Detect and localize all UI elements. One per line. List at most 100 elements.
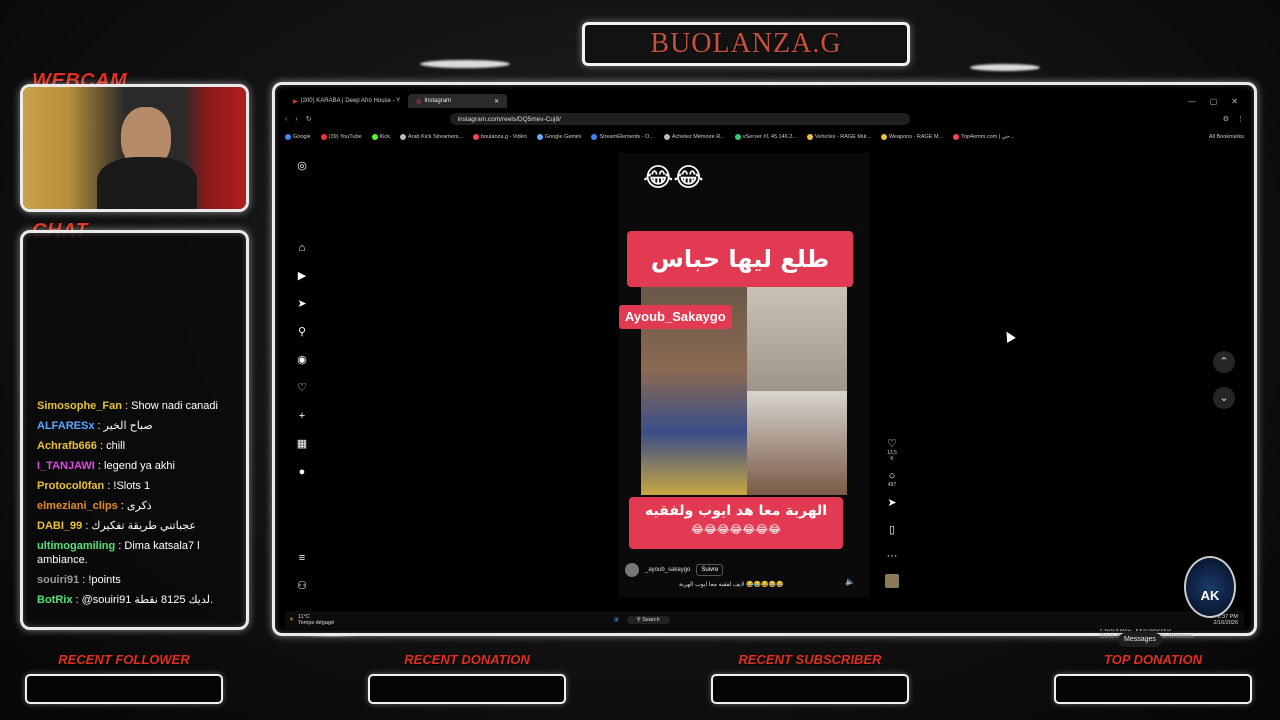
menu-icon[interactable]: ⋮: [1237, 115, 1244, 123]
chat-text: !Slots 1: [113, 480, 151, 492]
bookmark-label: Kick: [379, 134, 390, 140]
bookmark-favicon-icon: [536, 134, 543, 140]
reel-actions: ♡ 13,5 K ○ 497 ➤ ▯ ···: [885, 437, 899, 588]
chat-message: elmeziani_clips : ذكرى: [23, 499, 246, 513]
recent-subscriber-label: RECENT SUBSCRIBER: [738, 652, 882, 667]
explore-icon[interactable]: ◉: [295, 353, 309, 367]
start-icon[interactable]: ⊞: [614, 617, 619, 623]
top-donation-box: [1054, 674, 1252, 704]
chat-username[interactable]: ALFARESx: [37, 420, 94, 432]
chat-text: ذكرى: [126, 500, 152, 512]
chat-username[interactable]: ultimogamiling: [37, 540, 115, 552]
bookmark-label: Top4emm.com | حي...: [961, 134, 1015, 140]
save-icon[interactable]: ▯: [885, 523, 899, 536]
close-icon[interactable]: ✕: [1231, 97, 1238, 106]
notifications-icon[interactable]: ♡: [295, 381, 309, 395]
tab-instagram[interactable]: ◎ Instagram ✕: [408, 94, 508, 108]
bookmark-item[interactable]: vServer #1 45.146.2...: [734, 134, 797, 140]
dashboard-icon[interactable]: ▦: [295, 437, 309, 451]
chat-message: ALFARESx : صباح الخير: [23, 419, 246, 433]
maximize-icon[interactable]: ▢: [1210, 97, 1218, 106]
weather-widget[interactable]: 11°C Temps dégagé: [298, 614, 334, 626]
stream-overlay: BUOLANZA.G WEBCAM CHAT Simosophe_Fan : S…: [0, 0, 1280, 720]
previous-reel-button[interactable]: ⌃: [1213, 351, 1235, 373]
bookmark-item[interactable]: boulanza.g - Vidéo: [473, 134, 527, 140]
reels-icon[interactable]: ▶: [295, 269, 309, 283]
meta-icon[interactable]: ⚇: [295, 579, 309, 593]
mute-icon[interactable]: 🔈: [845, 577, 855, 586]
bookmarks-bar: Google (39) YouTube Kick Arab Kick Streamer…: [285, 131, 1244, 143]
search-icon[interactable]: ⚲: [295, 325, 309, 339]
close-tab-icon[interactable]: ✕: [494, 98, 499, 105]
chat-list: Simosophe_Fan : Show nadi canadi ALFARESx…: [23, 399, 246, 613]
bookmark-favicon-icon: [663, 134, 670, 140]
extensions-icon[interactable]: ⚙: [1223, 115, 1229, 123]
bookmark-item[interactable]: Arab Kick Streamers...: [399, 134, 463, 140]
caption-emojis: 😂😂😂😂😂😂😂: [691, 523, 781, 536]
bookmark-item[interactable]: Google Gemini: [536, 134, 582, 140]
audio-thumbnail[interactable]: [885, 574, 899, 588]
follow-button[interactable]: Suivre: [696, 564, 724, 576]
reel-video[interactable]: 😂😂 طلع ليها حباس Ayoub_Sakaygo الهربة مع…: [619, 153, 869, 597]
home-icon[interactable]: ⌂: [295, 241, 309, 255]
messages-label: Messages: [1124, 636, 1156, 643]
like-count: 13,5 K: [887, 450, 897, 462]
all-bookmarks-button[interactable]: All Bookmarks: [1209, 134, 1244, 140]
url-input[interactable]: instagram.com/reels/DQ5mev-Cuj8/: [449, 113, 910, 125]
back-icon[interactable]: ‹: [285, 116, 287, 123]
messages-button[interactable]: Messages: [1118, 633, 1162, 647]
chat-text: Show nadi canadi: [131, 400, 218, 412]
minimize-icon[interactable]: —: [1188, 97, 1196, 106]
address-bar-row: ‹ › ↻ instagram.com/reels/DQ5mev-Cuj8/ ⚙…: [285, 112, 1244, 126]
messages-icon[interactable]: ➤: [295, 297, 309, 311]
bookmark-item[interactable]: Google: [285, 134, 311, 140]
bookmark-item[interactable]: Kick: [371, 134, 390, 140]
chat-username[interactable]: elmeziani_clips: [37, 500, 118, 512]
chat-username[interactable]: I_TANJAWI: [37, 460, 95, 472]
taskbar-search[interactable]: ⚲ Search: [626, 616, 670, 624]
reel-description: لايف لفقيه معا ايوب الهربة 😂😂😂😂😂: [679, 582, 784, 588]
bookmark-item[interactable]: Achetez Mémoire R...: [663, 134, 725, 140]
chat-text: صباح الخير: [103, 420, 153, 432]
bookmark-label: vServer #1 45.146.2...: [742, 134, 797, 140]
more-menu-icon[interactable]: ≡: [295, 551, 309, 565]
forward-icon[interactable]: ›: [295, 116, 297, 123]
create-icon[interactable]: +: [295, 409, 309, 423]
next-reel-button[interactable]: ⌄: [1213, 387, 1235, 409]
chat-message: Simosophe_Fan : Show nadi canadi: [23, 399, 246, 413]
comment-icon[interactable]: ○: [885, 470, 899, 482]
bookmark-favicon-icon: [285, 134, 291, 140]
reload-icon[interactable]: ↻: [306, 115, 312, 123]
profile-icon[interactable]: ●: [295, 465, 309, 479]
bookmark-item[interactable]: StreamElements - O...: [591, 134, 654, 140]
chat-username[interactable]: Achrafb666: [37, 440, 97, 452]
name-tag: Ayoub_Sakaygo: [619, 305, 732, 329]
chat-username[interactable]: DABI_99: [37, 520, 82, 532]
bookmark-favicon-icon: [734, 134, 741, 140]
bookmark-label: Google Gemini: [544, 134, 582, 140]
bookmark-item[interactable]: Vehicles - RAGE Mul...: [806, 134, 871, 140]
like-icon[interactable]: ♡: [885, 437, 899, 450]
video-bottom-right-person: [747, 391, 847, 495]
chat-username[interactable]: Protocol0fan: [37, 480, 104, 492]
chat-text: !points: [88, 574, 121, 586]
comment-count: 497: [887, 482, 897, 488]
recent-subscriber-box: [711, 674, 909, 704]
account-name[interactable]: _ayoub_sakaygo: [645, 567, 690, 573]
bookmark-item[interactable]: (39) YouTube: [320, 134, 362, 140]
chat-username[interactable]: BotRix: [37, 594, 72, 606]
bookmark-favicon-icon: [320, 134, 327, 140]
chat-username[interactable]: Simosophe_Fan: [37, 400, 122, 412]
tab-youtube[interactable]: ▶ (200) KARABA | Deep Afro House - Y: [285, 94, 408, 108]
avatar[interactable]: [625, 563, 639, 577]
badge-text: AK: [1200, 588, 1220, 603]
share-icon[interactable]: ➤: [885, 496, 899, 509]
instagram-logo-icon[interactable]: ◎: [295, 159, 309, 173]
more-options-icon[interactable]: ···: [885, 550, 899, 562]
chat-separator: :: [94, 420, 104, 432]
recent-follower-box: [25, 674, 223, 704]
bookmark-item[interactable]: Weapons - RAGE M...: [880, 134, 943, 140]
windows-taskbar: ☀ 11°C Temps dégagé ⊞ ⚲ Search 2:37 PM 2…: [285, 611, 1244, 629]
bookmark-item[interactable]: Top4emm.com | حي...: [953, 134, 1014, 140]
chat-username[interactable]: souiri91: [37, 574, 79, 586]
